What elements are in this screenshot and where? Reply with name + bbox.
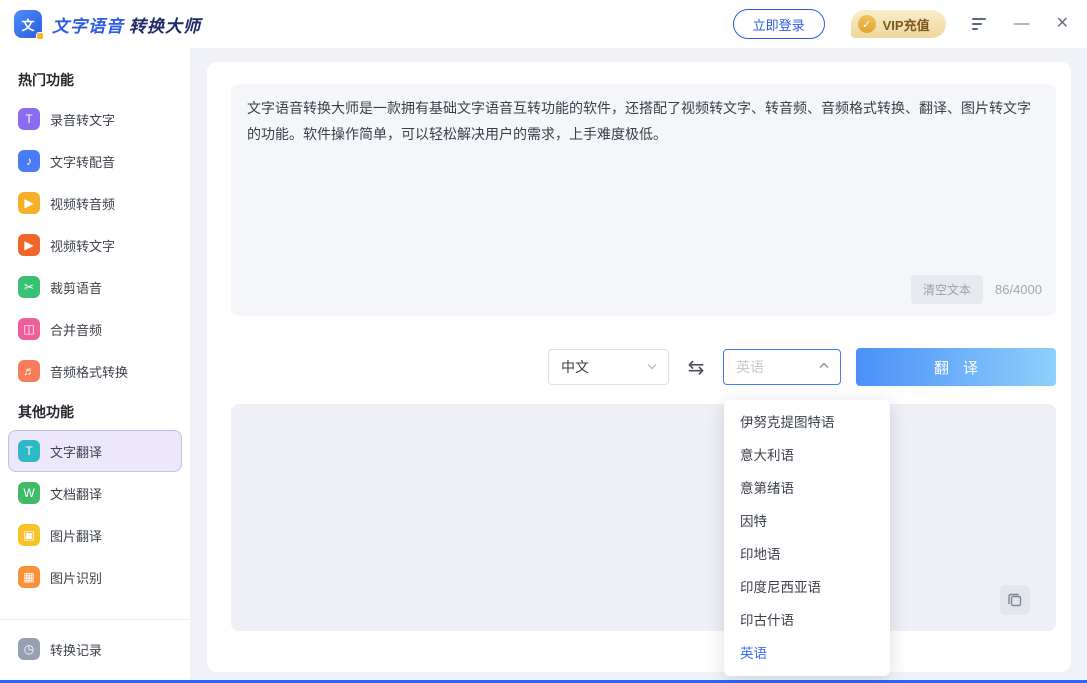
sidebar-section-hot: 热门功能 [0,60,190,98]
dropdown-option[interactable]: 印地语 [724,538,890,571]
sidebar-item-record-to-text[interactable]: T 录音转文字 [8,98,182,140]
merge-audio-icon: ◫ [18,318,40,340]
sidebar-footer: ◷ 转换记录 [0,620,190,680]
conversion-history-icon: ◷ [18,638,40,660]
app-title-primary: 文字语音 [52,17,124,36]
sidebar-section-other: 其他功能 [0,392,190,430]
sidebar-item-text-to-speech[interactable]: ♪ 文字转配音 [8,140,182,182]
dropdown-option[interactable]: 因特 [724,505,890,538]
close-button[interactable]: ✕ [1056,16,1069,32]
source-language-select[interactable]: 中文 [548,349,669,385]
sidebar-item-label: 转换记录 [50,640,102,659]
titlebar: 文 文字语音转换大师 立即登录 ✓ VIP充值 — ✕ [0,0,1087,48]
vip-label: VIP充值 [883,15,930,34]
dropdown-option[interactable]: 印度尼西亚语 [724,571,890,604]
sidebar-item-audio-format-convert[interactable]: ♬ 音频格式转换 [8,350,182,392]
document-translate-icon: W [18,482,40,504]
app-logo-icon: 文 [14,10,42,38]
trim-audio-icon: ✂ [18,276,40,298]
dropdown-option[interactable]: 意第绪语 [724,472,890,505]
sidebar-item-label: 图片翻译 [50,526,102,545]
sidebar: 热门功能 T 录音转文字 ♪ 文字转配音 ▶ 视频转音频 ▶ 视频转文字 ✂ 裁… [0,48,190,680]
sidebar-item-video-to-text[interactable]: ▶ 视频转文字 [8,224,182,266]
app-logo-glyph: 文 [21,15,34,34]
image-translate-icon: ▣ [18,524,40,546]
vip-check-icon: ✓ [858,15,876,33]
language-toolbar: 中文 ⇆ 英语 翻译 [548,348,1056,386]
vip-recharge-button[interactable]: ✓ VIP充值 [851,10,946,38]
swap-languages-icon[interactable]: ⇆ [684,355,708,380]
source-text: 文字语音转换大师是一款拥有基础文字语音互转功能的软件，还搭配了视频转文字、转音频… [247,96,1040,148]
translator-card: 文字语音转换大师是一款拥有基础文字语音互转功能的软件，还搭配了视频转文字、转音频… [207,62,1071,672]
source-text-area[interactable]: 文字语音转换大师是一款拥有基础文字语音互转功能的软件，还搭配了视频转文字、转音频… [231,84,1056,316]
sidebar-item-label: 文档翻译 [50,484,102,503]
clear-text-button[interactable]: 清空文本 [911,275,983,304]
sidebar-item-label: 录音转文字 [50,110,115,129]
main-content: 文字语音转换大师是一款拥有基础文字语音互转功能的软件，还搭配了视频转文字、转音频… [190,48,1087,680]
sidebar-item-label: 音频格式转换 [50,362,128,381]
sidebar-item-trim-audio[interactable]: ✂ 裁剪语音 [8,266,182,308]
sidebar-item-label: 视频转文字 [50,236,115,255]
language-dropdown: 伊努克提图特语 意大利语 意第绪语 因特 印地语 印度尼西亚语 印古什语 英语 [724,400,890,676]
text-to-speech-icon: ♪ [18,150,40,172]
record-to-text-icon: T [18,108,40,130]
sidebar-item-label: 合并音频 [50,320,102,339]
result-area [231,404,1056,631]
sidebar-item-label: 图片识别 [50,568,102,587]
video-to-text-icon: ▶ [18,234,40,256]
image-recognition-icon: ▦ [18,566,40,588]
login-button[interactable]: 立即登录 [733,9,825,39]
dropdown-option[interactable]: 伊努克提图特语 [724,406,890,439]
translate-button[interactable]: 翻译 [856,348,1056,386]
dropdown-option[interactable]: 印古什语 [724,604,890,637]
menu-icon[interactable] [972,17,988,31]
target-language-value: 英语 [736,357,764,377]
sidebar-spacer [0,598,190,619]
input-footer: 清空文本 86/4000 [911,275,1042,304]
copy-icon[interactable] [1000,585,1030,615]
app-title: 文字语音转换大师 [52,12,201,37]
video-to-audio-icon: ▶ [18,192,40,214]
sidebar-item-label: 裁剪语音 [50,278,102,297]
audio-format-convert-icon: ♬ [18,360,40,382]
app-title-secondary: 转换大师 [129,17,201,36]
sidebar-item-label: 文字转配音 [50,152,115,171]
text-translate-icon: T [18,440,40,462]
target-language-select[interactable]: 英语 [723,349,841,385]
sidebar-item-image-translate[interactable]: ▣ 图片翻译 [8,514,182,556]
dropdown-option-selected[interactable]: 英语 [724,637,890,670]
sidebar-item-image-recognition[interactable]: ▦ 图片识别 [8,556,182,598]
sidebar-item-text-translate[interactable]: T 文字翻译 [8,430,182,472]
logo-accent [36,32,44,40]
titlebar-actions: 立即登录 ✓ VIP充值 — ✕ [733,9,1069,39]
sidebar-item-document-translate[interactable]: W 文档翻译 [8,472,182,514]
chevron-up-icon [818,359,830,375]
sidebar-item-merge-audio[interactable]: ◫ 合并音频 [8,308,182,350]
sidebar-item-conversion-history[interactable]: ◷ 转换记录 [8,628,182,670]
source-language-value: 中文 [561,357,589,377]
char-counter: 86/4000 [995,282,1042,297]
sidebar-item-label: 视频转音频 [50,194,115,213]
sidebar-item-video-to-audio[interactable]: ▶ 视频转音频 [8,182,182,224]
dropdown-option[interactable]: 意大利语 [724,439,890,472]
chevron-down-icon [646,359,658,375]
minimize-button[interactable]: — [1014,16,1030,32]
sidebar-item-label: 文字翻译 [50,442,102,461]
